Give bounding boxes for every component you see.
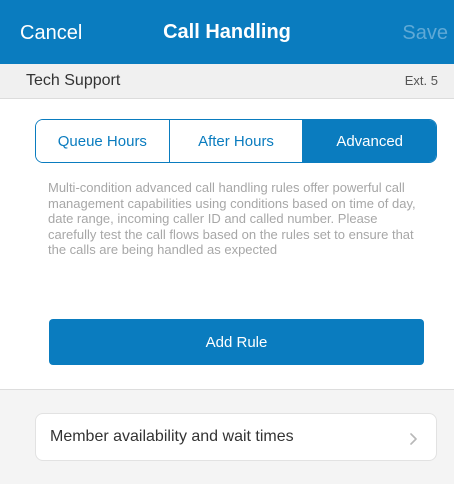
member-availability-row[interactable]: Member availability and wait times [35, 413, 437, 461]
extension-label: Ext. 5 [404, 73, 438, 88]
save-button[interactable]: Save [402, 22, 448, 45]
call-handling-panel: Queue Hours After Hours Advanced Multi-c… [0, 99, 454, 390]
tab-advanced[interactable]: Advanced [302, 120, 436, 162]
chevron-right-icon [409, 432, 418, 445]
tab-queue-hours[interactable]: Queue Hours [36, 120, 169, 162]
tab-selector: Queue Hours After Hours Advanced [35, 119, 437, 163]
add-rule-button[interactable]: Add Rule [49, 319, 424, 365]
queue-name: Tech Support [26, 72, 121, 89]
advanced-description: Multi-condition advanced call handling r… [48, 180, 416, 257]
member-availability-label: Member availability and wait times [50, 428, 294, 445]
queue-subheader: Tech Support Ext. 5 [0, 64, 454, 99]
page-title: Call Handling [163, 21, 291, 43]
nav-bar: Cancel Call Handling Save [0, 0, 454, 64]
tab-after-hours[interactable]: After Hours [168, 120, 303, 162]
